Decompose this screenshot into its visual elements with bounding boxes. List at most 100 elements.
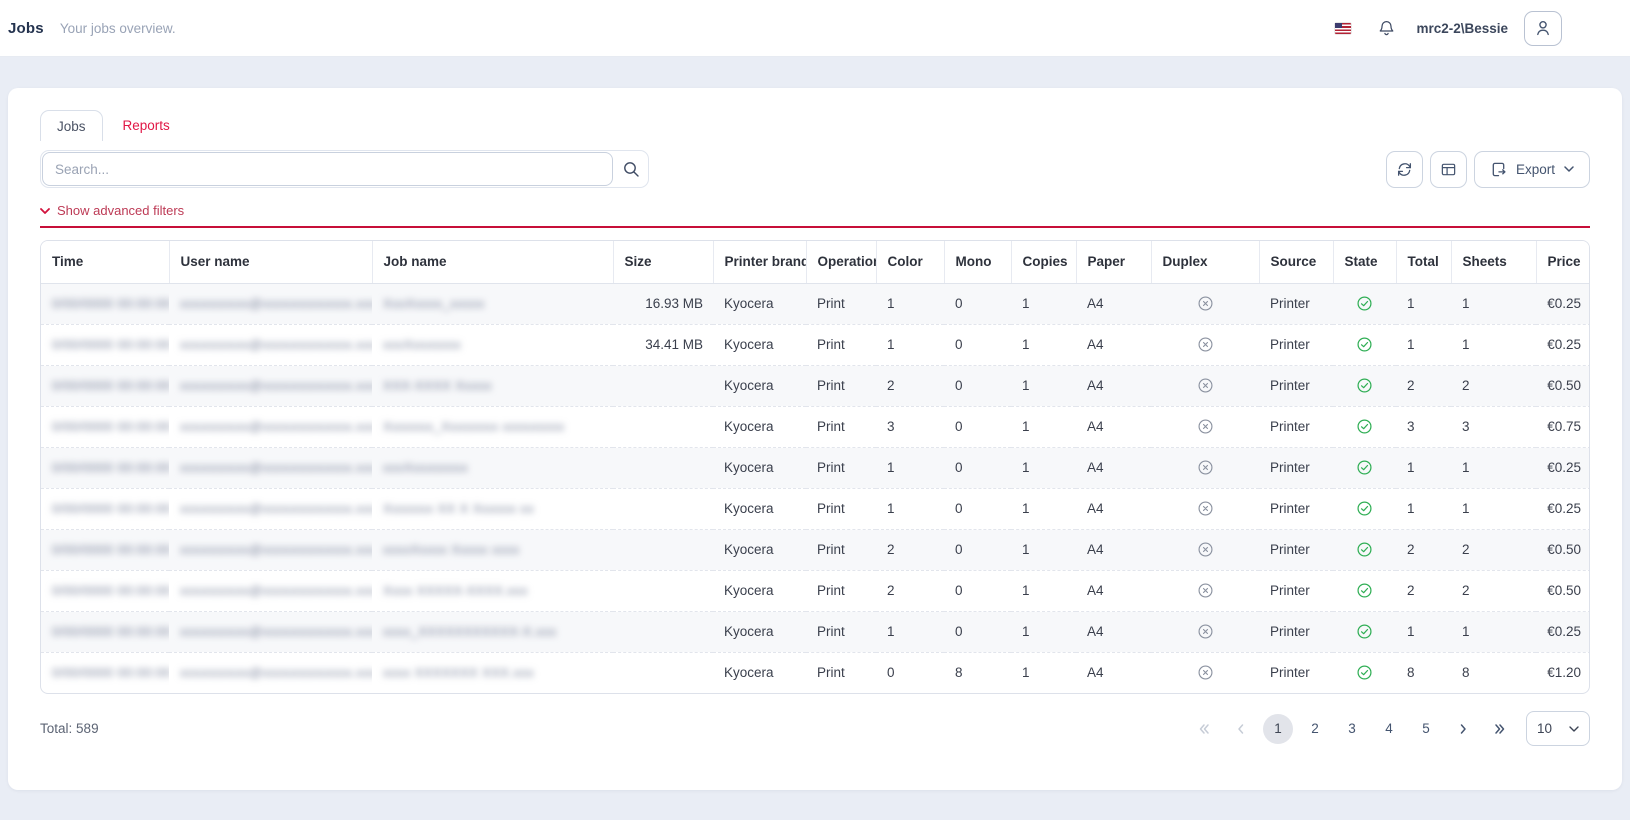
page-size-select[interactable]: 10: [1526, 711, 1590, 746]
redacted-text: xxxxxxxxxx@xxxxxxxxxxxxx.xxx: [180, 583, 372, 598]
column-header-user-name[interactable]: User name: [169, 241, 372, 283]
redacted-text: xxxxxxxxxx@xxxxxxxxxxxxx.xxx: [180, 419, 372, 434]
tab-jobs[interactable]: Jobs: [40, 110, 103, 141]
search-icon: [622, 160, 640, 178]
column-header-price[interactable]: Price: [1536, 241, 1590, 283]
time-cell: 0/00/0000 00:00:00 XX: [41, 406, 169, 447]
cancel-circle-icon: [1197, 336, 1214, 353]
total-cell: 1: [1396, 447, 1451, 488]
cancel-circle-icon: [1197, 500, 1214, 517]
column-header-sheets[interactable]: Sheets: [1451, 241, 1536, 283]
table-row[interactable]: 0/00/0000 00:00:00 XXxxxxxxxxxx@xxxxxxxx…: [41, 611, 1590, 652]
pagination-next-button[interactable]: [1448, 714, 1478, 744]
size-cell: [613, 611, 713, 652]
search-input[interactable]: [42, 152, 613, 186]
column-header-mono[interactable]: Mono: [944, 241, 1011, 283]
success-circle-icon: [1356, 295, 1373, 312]
notifications-button[interactable]: [1377, 19, 1396, 38]
column-header-state[interactable]: State: [1333, 241, 1396, 283]
chevrons-left-icon: [1198, 723, 1210, 735]
mono-count-cell: 8: [944, 652, 1011, 693]
printer-brand-cell: Kyocera: [713, 324, 806, 365]
column-settings-button[interactable]: [1430, 151, 1467, 188]
jobs-table-body: 0/00/0000 00:00:00 XXxxxxxxxxxx@xxxxxxxx…: [41, 283, 1590, 693]
pagination-page-5[interactable]: 5: [1411, 714, 1441, 744]
user-name-cell: xxxxxxxxxx@xxxxxxxxxxxxx.xxx: [169, 365, 372, 406]
color-count-cell: 3: [876, 406, 944, 447]
price-cell: €0.25: [1536, 283, 1590, 324]
duplex-status-cell: [1151, 611, 1259, 652]
column-header-color[interactable]: Color: [876, 241, 944, 283]
refresh-button[interactable]: [1386, 151, 1423, 188]
job-state-cell: [1333, 611, 1396, 652]
pagination-page-4[interactable]: 4: [1374, 714, 1404, 744]
color-count-cell: 1: [876, 447, 944, 488]
column-header-size[interactable]: Size: [613, 241, 713, 283]
pagination-first-button[interactable]: [1189, 714, 1219, 744]
job-name-cell: xxxx XXXXXXX XXX.xxx: [372, 652, 613, 693]
operation-cell: Print: [806, 529, 876, 570]
tab-reports[interactable]: Reports: [103, 110, 190, 141]
time-cell: 0/00/0000 00:00:00 XX: [41, 611, 169, 652]
total-cell: 3: [1396, 406, 1451, 447]
source-cell: Printer: [1259, 570, 1333, 611]
pagination-page-3[interactable]: 3: [1337, 714, 1367, 744]
column-header-copies[interactable]: Copies: [1011, 241, 1076, 283]
total-count: Total: 589: [40, 721, 99, 736]
redacted-text: xxxxxxxxxx@xxxxxxxxxxxxx.xxx: [180, 665, 372, 680]
redacted-text: xxxxxxxxxx@xxxxxxxxxxxxx.xxx: [180, 337, 372, 352]
column-header-total[interactable]: Total: [1396, 241, 1451, 283]
size-cell: [613, 447, 713, 488]
table-row[interactable]: 0/00/0000 00:00:00 XXxxxxxxxxxx@xxxxxxxx…: [41, 570, 1590, 611]
duplex-status-cell: [1151, 652, 1259, 693]
pagination-prev-button[interactable]: [1226, 714, 1256, 744]
table-row[interactable]: 0/00/0000 00:00:00 XX xxxxxxxxxx@xxxxxxxx…: [41, 406, 1590, 447]
table-row[interactable]: 0/00/0000 00:00:00 XXxxxxxxxxxx@xxxxxxxx…: [41, 488, 1590, 529]
column-header-source[interactable]: Source: [1259, 241, 1333, 283]
column-header-duplex[interactable]: Duplex: [1151, 241, 1259, 283]
success-circle-icon: [1356, 459, 1373, 476]
search-button[interactable]: [613, 160, 648, 178]
pagination-last-button[interactable]: [1485, 714, 1515, 744]
export-button[interactable]: Export: [1474, 151, 1590, 188]
pagination-page-1[interactable]: 1: [1263, 714, 1293, 744]
duplex-status-cell: [1151, 365, 1259, 406]
language-flag-us[interactable]: [1335, 23, 1351, 34]
copies-cell: 1: [1011, 611, 1076, 652]
color-count-cell: 2: [876, 570, 944, 611]
duplex-status-cell: [1151, 529, 1259, 570]
paper-format-cell: A4: [1076, 529, 1151, 570]
sheets-cell: 2: [1451, 365, 1536, 406]
success-circle-icon: [1356, 623, 1373, 640]
user-menu-button[interactable]: [1524, 11, 1562, 46]
table-row[interactable]: 0/00/0000 00:00:00 XXxxxxxxxxxx@xxxxxxxx…: [41, 283, 1590, 324]
operation-cell: Print: [806, 611, 876, 652]
cancel-circle-icon: [1197, 295, 1214, 312]
table-row[interactable]: 0/00/0000 00:00:00 XXxxxxxxxxxx@xxxxxxxx…: [41, 447, 1590, 488]
advanced-filters-toggle[interactable]: Show advanced filters: [40, 203, 184, 218]
job-state-cell: [1333, 447, 1396, 488]
sheets-cell: 1: [1451, 611, 1536, 652]
table-row[interactable]: 0/00/0000 00:00:00 XXxxxxxxxxxx@xxxxxxxx…: [41, 529, 1590, 570]
success-circle-icon: [1356, 582, 1373, 599]
column-header-printer-brand[interactable]: Printer brand: [713, 241, 806, 283]
source-cell: Printer: [1259, 529, 1333, 570]
job-name-cell: Xxxxxxx XX X Xxxxxx xx: [372, 488, 613, 529]
column-header-operation[interactable]: Operation: [806, 241, 876, 283]
cancel-circle-icon: [1197, 541, 1214, 558]
cancel-circle-icon: [1197, 459, 1214, 476]
toolbar: Export: [40, 150, 1590, 188]
printer-brand-cell: Kyocera: [713, 283, 806, 324]
color-count-cell: 0: [876, 652, 944, 693]
job-state-cell: [1333, 324, 1396, 365]
table-row[interactable]: 0/00/0000 00:00:00 XXxxxxxxxxxx@xxxxxxxx…: [41, 652, 1590, 693]
pagination-page-2[interactable]: 2: [1300, 714, 1330, 744]
duplex-status-cell: [1151, 283, 1259, 324]
column-header-job-name[interactable]: Job name: [372, 241, 613, 283]
table-row[interactable]: 0/00/0000 00:00:00 XXxxxxxxxxxx@xxxxxxxx…: [41, 324, 1590, 365]
redacted-text: Xxxxxxx_Xxxxxxxx xxxxxxxxx: [383, 419, 565, 434]
redacted-text: xxxXxxxxxxxx: [383, 460, 468, 475]
column-header-time[interactable]: Time: [41, 241, 169, 283]
table-row[interactable]: 0/00/0000 00:00:00 XXxxxxxxxxxx@xxxxxxxx…: [41, 365, 1590, 406]
column-header-paper[interactable]: Paper: [1076, 241, 1151, 283]
